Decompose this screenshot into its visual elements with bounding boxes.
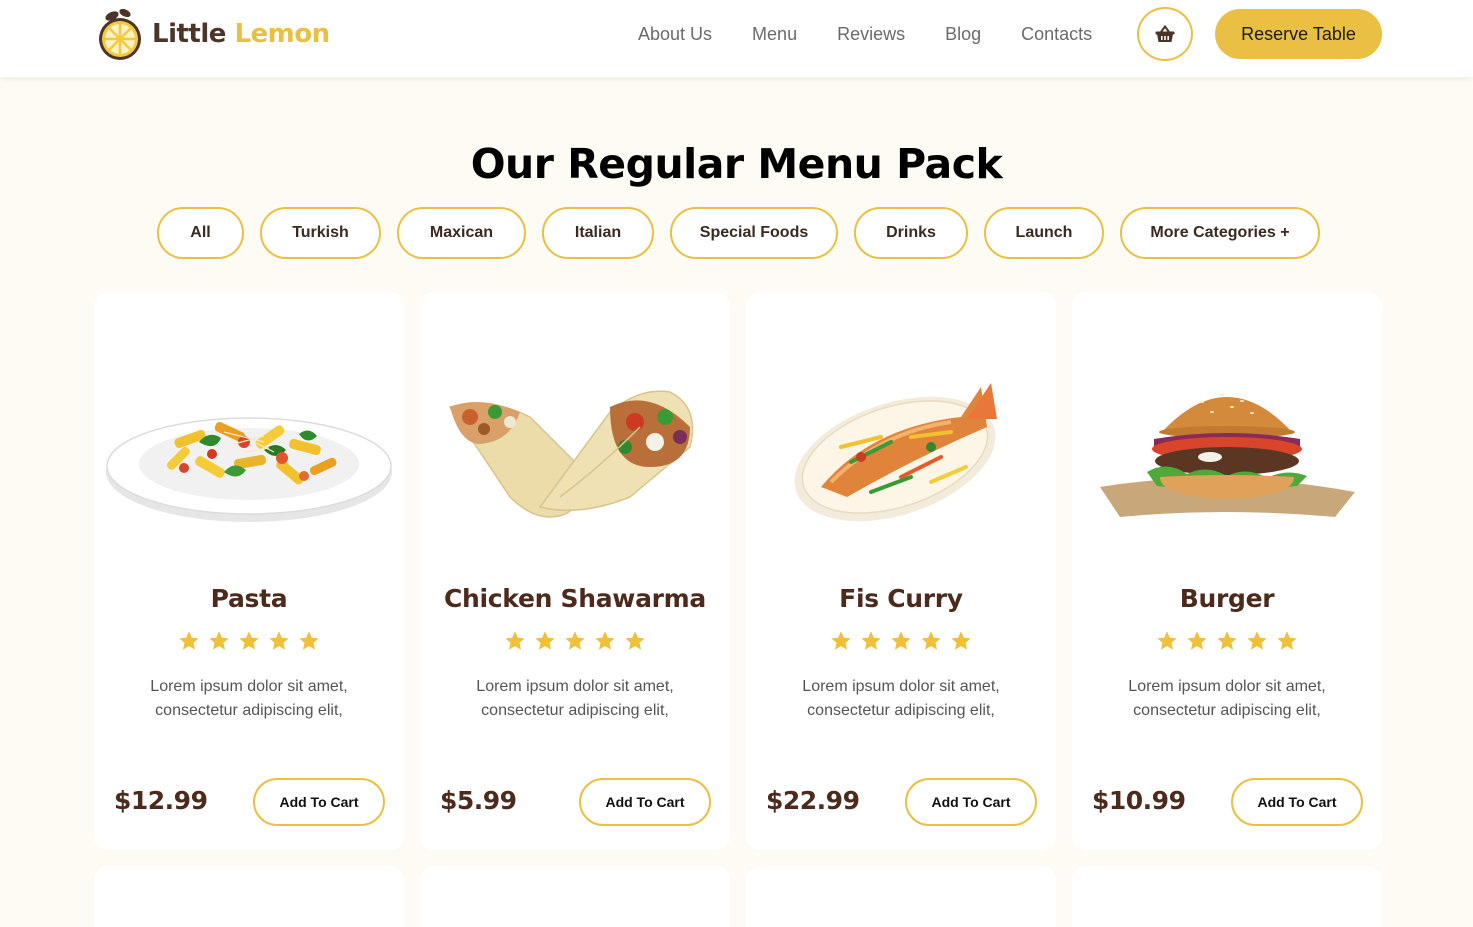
star-icon [239, 631, 259, 650]
brand-name: Little Lemon [152, 19, 330, 49]
add-to-cart-button[interactable]: Add To Cart [253, 778, 385, 826]
pasta-image [94, 352, 404, 552]
nav-menu[interactable]: Menu [752, 22, 797, 46]
star-icon [831, 631, 851, 650]
menu-card: Chicken Shawarma Lorem ipsum dolor sit a… [420, 292, 730, 850]
star-icon [535, 631, 555, 650]
menu-item-price: $12.99 [114, 786, 208, 815]
nav-about-us[interactable]: About Us [638, 22, 712, 46]
star-icon [565, 631, 585, 650]
star-icon [209, 631, 229, 650]
burger-image [1072, 352, 1382, 552]
menu-card: Pasta Lorem ipsum dolor sit amet, consec… [94, 292, 404, 850]
menu-card-next-row [1072, 866, 1382, 927]
menu-item-description: Lorem ipsum dolor sit amet, consectetur … [150, 678, 348, 719]
star-icon [891, 631, 911, 650]
add-to-cart-button[interactable]: Add To Cart [1231, 778, 1363, 826]
menu-card: Fis Curry Lorem ipsum dolor sit amet, co… [746, 292, 1056, 850]
nav-contacts[interactable]: Contacts [1021, 22, 1092, 46]
star-icon [1277, 631, 1297, 650]
menu-item-price: $22.99 [766, 786, 860, 815]
star-icon [1187, 631, 1207, 650]
shawarma-image [420, 352, 730, 552]
menu-card-next-row [94, 866, 404, 927]
star-icon [1157, 631, 1177, 650]
menu-item-name: Chicken Shawarma [443, 584, 707, 613]
star-icon [1247, 631, 1267, 650]
star-icon [179, 631, 199, 650]
add-to-cart-button[interactable]: Add To Cart [905, 778, 1037, 826]
fish-curry-image [746, 352, 1056, 552]
star-icon [595, 631, 615, 650]
nav-blog[interactable]: Blog [945, 22, 981, 46]
brand-logo[interactable]: Little Lemon [94, 6, 330, 62]
menu-item-description: Lorem ipsum dolor sit amet, consectetur … [802, 678, 1000, 719]
menu-item-price: $10.99 [1092, 786, 1186, 815]
menu-item-description: Lorem ipsum dolor sit amet, consectetur … [476, 678, 674, 719]
star-icon [951, 631, 971, 650]
category-drinks[interactable]: Drinks [854, 207, 968, 259]
brand-word-1: Little [152, 19, 226, 49]
cart-button[interactable] [1137, 7, 1193, 61]
reserve-table-button[interactable]: Reserve Table [1215, 9, 1382, 59]
menu-item-name: Burger [1179, 584, 1275, 613]
brand-word-2: Lemon [234, 19, 330, 49]
category-turkish[interactable]: Turkish [260, 207, 381, 259]
site-header: Little Lemon About Us Menu Reviews Blog … [0, 0, 1473, 77]
category-launch[interactable]: Launch [984, 207, 1104, 259]
star-icon [299, 631, 319, 650]
main-nav: About Us Menu Reviews Blog Contacts [638, 22, 1132, 46]
category-all[interactable]: All [157, 207, 244, 259]
star-icon [625, 631, 645, 650]
menu-item-description: Lorem ipsum dolor sit amet, consectetur … [1128, 678, 1326, 719]
menu-card-next-row [746, 866, 1056, 927]
category-italian[interactable]: Italian [542, 207, 654, 259]
rating-stars [94, 630, 404, 652]
section-title: Our Regular Menu Pack [470, 140, 1003, 188]
star-icon [921, 631, 941, 650]
star-icon [861, 631, 881, 650]
category-filter-bar: All Turkish Maxican Italian Special Food… [0, 207, 1473, 259]
star-icon [1217, 631, 1237, 650]
lemon-logo-icon [99, 8, 141, 60]
rating-stars [420, 630, 730, 652]
category-maxican[interactable]: Maxican [397, 207, 526, 259]
menu-card-next-row [420, 866, 730, 927]
add-to-cart-button[interactable]: Add To Cart [579, 778, 711, 826]
nav-reviews[interactable]: Reviews [837, 22, 905, 46]
menu-card: Burger Lorem ipsum dolor sit amet, conse… [1072, 292, 1382, 850]
category-more[interactable]: More Categories + [1120, 207, 1320, 259]
category-special-foods[interactable]: Special Foods [670, 207, 838, 259]
menu-item-name: Fis Curry [839, 584, 963, 613]
menu-item-price: $5.99 [440, 786, 517, 815]
star-icon [269, 631, 289, 650]
rating-stars [1072, 630, 1382, 652]
star-icon [505, 631, 525, 650]
basket-icon [1155, 25, 1175, 42]
menu-item-name: Pasta [210, 584, 288, 613]
rating-stars [746, 630, 1056, 652]
